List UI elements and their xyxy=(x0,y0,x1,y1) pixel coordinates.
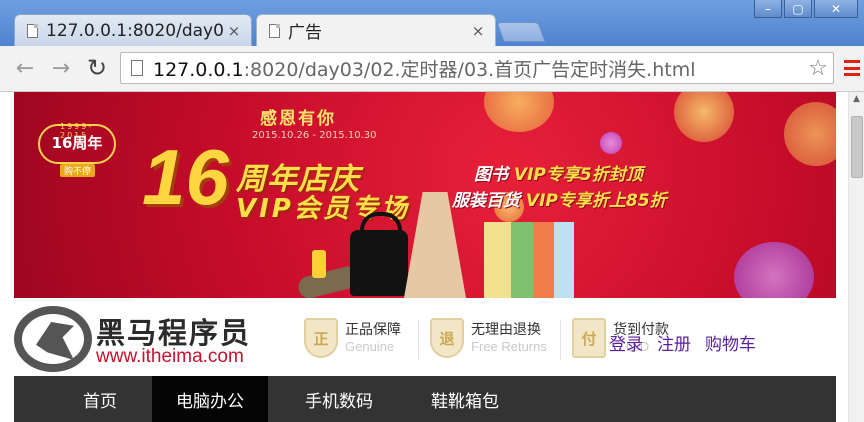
nav-item-computer-office[interactable]: 电脑办公 xyxy=(152,376,268,422)
minimize-button[interactable]: – xyxy=(754,0,782,18)
banner-thanks: 感恩有你 xyxy=(260,109,336,129)
decor-gem xyxy=(734,242,814,298)
page-viewport: 1999-2015 16周年 购不停 感恩有你 2015.10.26 - 201… xyxy=(0,92,848,422)
new-tab-button[interactable] xyxy=(496,22,546,42)
tab-close-icon[interactable]: × xyxy=(467,22,489,40)
banner-number: 16 xyxy=(142,133,229,221)
shield-icon: 正 xyxy=(304,318,338,358)
page-scrollbar[interactable]: ▲ xyxy=(848,92,864,422)
window-controls: – ▢ ✕ xyxy=(754,0,858,18)
page-icon xyxy=(269,23,280,38)
promise-title: 正品保障 xyxy=(345,322,401,338)
url-host: 127.0.0.1 xyxy=(153,58,244,81)
register-link[interactable]: 注册 xyxy=(657,330,691,355)
nav-item-home[interactable]: 首页 xyxy=(70,376,130,422)
logo-text: 16周年 xyxy=(38,124,116,164)
nav-item-shoes-bags[interactable]: 鞋靴箱包 xyxy=(410,376,520,422)
browser-toolbar: ← → ↻ 127.0.0.1:8020/day03/02.定时器/03.首页广… xyxy=(0,46,864,92)
promise-sub: Genuine xyxy=(345,339,395,354)
tab-title: 广告 xyxy=(288,23,322,43)
address-bar[interactable]: 127.0.0.1:8020/day03/02.定时器/03.首页广告定时消失.… xyxy=(120,52,834,84)
user-links: 登录 注册 购物车 xyxy=(609,330,756,355)
offer-goods-cat: 服装百货 xyxy=(452,191,520,211)
decor-gem xyxy=(784,102,836,166)
decor-gem xyxy=(674,92,734,142)
offer-books: 图书 VIP专享5折封顶 xyxy=(474,160,643,185)
title-bar: 127.0.0.1:8020/day0 × 广告 × – ▢ ✕ xyxy=(0,0,864,46)
divider xyxy=(418,320,419,360)
back-icon[interactable]: ← xyxy=(12,55,38,81)
url-text[interactable]: 127.0.0.1:8020/day03/02.定时器/03.首页广告定时消失.… xyxy=(153,55,803,82)
decor-gem xyxy=(600,132,622,154)
offer-goods-deal: VIP专享折上85折 xyxy=(525,191,667,211)
offer-books-deal: VIP专享5折封顶 xyxy=(513,165,643,185)
shield-icon: 退 xyxy=(430,318,464,358)
promise-sub: Free Returns xyxy=(471,339,547,354)
forward-icon[interactable]: → xyxy=(48,55,74,81)
product-books xyxy=(484,222,574,298)
nav-item-phones[interactable]: 手机数码 xyxy=(284,376,394,422)
cart-link[interactable]: 购物车 xyxy=(705,330,756,355)
scroll-up-icon[interactable]: ▲ xyxy=(853,94,860,104)
site-header: 黑马程序员 www.itheima.com 正 正品保障 Genuine 退 无… xyxy=(14,298,836,376)
anniversary-logo: 1999-2015 16周年 购不停 xyxy=(38,110,116,177)
tab-active[interactable]: 广告 × xyxy=(256,14,496,46)
reload-icon[interactable]: ↻ xyxy=(84,54,110,82)
close-window-button[interactable]: ✕ xyxy=(814,0,858,18)
promise-returns: 退 无理由退换 Free Returns xyxy=(430,318,547,358)
offer-books-cat: 图书 xyxy=(474,165,508,185)
product-bottle xyxy=(312,250,326,278)
product-bag xyxy=(350,212,408,296)
logo-sub: 购不停 xyxy=(60,164,96,177)
menu-icon[interactable] xyxy=(844,58,860,78)
logo-url[interactable]: www.itheima.com xyxy=(96,346,244,368)
horse-logo-icon[interactable] xyxy=(14,306,92,372)
gift-icon: 付 xyxy=(572,318,606,358)
ad-banner[interactable]: 1999-2015 16周年 购不停 感恩有你 2015.10.26 - 201… xyxy=(14,92,836,298)
page-icon xyxy=(131,60,143,76)
promise-genuine: 正 正品保障 Genuine xyxy=(304,318,401,358)
promise-title: 无理由退换 xyxy=(471,322,541,338)
tab-inactive[interactable]: 127.0.0.1:8020/day0 × xyxy=(14,14,252,46)
divider xyxy=(560,320,561,360)
login-link[interactable]: 登录 xyxy=(609,330,643,355)
main-nav: 首页 电脑办公 手机数码 鞋靴箱包 xyxy=(14,376,836,422)
scroll-thumb[interactable] xyxy=(851,116,863,178)
product-shoe xyxy=(296,265,356,298)
decor-gem xyxy=(484,92,554,132)
star-icon[interactable]: ☆ xyxy=(803,56,833,81)
tab-title: 127.0.0.1:8020/day0 xyxy=(46,20,223,41)
page-icon xyxy=(27,23,38,38)
url-path: :8020/day03/02.定时器/03.首页广告定时消失.html xyxy=(243,58,696,81)
tab-close-icon[interactable]: × xyxy=(223,22,245,40)
maximize-button[interactable]: ▢ xyxy=(784,0,812,18)
banner-dates: 2015.10.26 - 2015.10.30 xyxy=(252,130,377,141)
offer-goods: 服装百货 VIP专享折上85折 xyxy=(452,186,667,211)
